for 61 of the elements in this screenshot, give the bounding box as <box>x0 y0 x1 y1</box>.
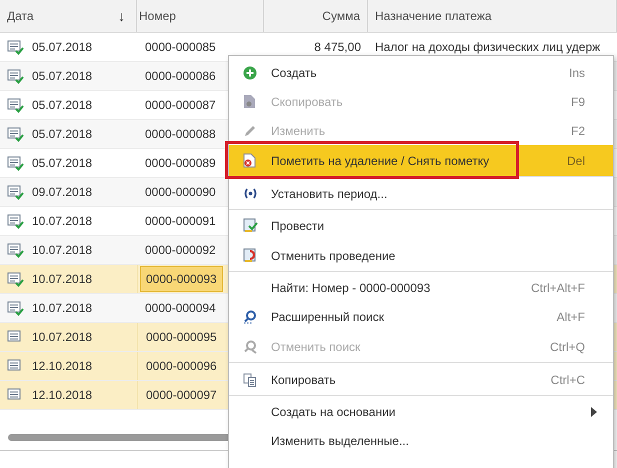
shortcut-label: Del <box>566 154 585 168</box>
column-header[interactable]: Назначение платежа <box>368 0 617 32</box>
purpose-cell: Налог на доходы физических лиц удерж <box>375 40 600 54</box>
number-cell-text: 0000-000090 <box>144 184 217 201</box>
shortcut-label: Ctrl+C <box>550 372 585 386</box>
cancel-search-icon <box>243 340 257 354</box>
date-cell: 09.07.2018 <box>32 185 92 199</box>
period-icon <box>243 188 258 199</box>
date-cell: 10.07.2018 <box>32 330 92 344</box>
shortcut-label: Ctrl+Alt+F <box>530 280 585 294</box>
date-cell: 05.07.2018 <box>32 40 92 54</box>
plus-icon <box>243 66 257 80</box>
sort-arrow: ↓ <box>118 8 125 24</box>
menu-item[interactable]: Установить период... <box>229 178 613 210</box>
menu-item[interactable]: Копировать Ctrl+C <box>229 364 613 396</box>
number-cell-text: 0000-000097 <box>145 387 218 404</box>
column-header[interactable]: Сумма <box>264 0 368 32</box>
date-cell: 05.07.2018 <box>32 127 92 141</box>
menu-item[interactable]: Отменить проведение <box>229 240 613 272</box>
number-cell-text: 0000-000087 <box>144 97 217 114</box>
number-cell-text: 0000-000096 <box>145 358 218 375</box>
date-cell: 05.07.2018 <box>32 156 92 170</box>
date-cell: 12.10.2018 <box>32 388 92 402</box>
menu-item[interactable]: Создать Ins <box>229 58 613 87</box>
date-cell: 10.07.2018 <box>32 214 92 228</box>
number-cell-text: 0000-000085 <box>144 39 217 56</box>
number-cell-text: 0000-000089 <box>144 155 217 172</box>
number-cell-text: 0000-000091 <box>144 213 217 230</box>
menu-item[interactable]: Расширенный поиск Alt+F <box>229 302 613 331</box>
date-cell: 05.07.2018 <box>32 69 92 83</box>
unpost-document-icon <box>243 248 258 263</box>
date-cell: 12.10.2018 <box>32 359 92 373</box>
number-cell-text: 0000-000094 <box>144 300 217 317</box>
menu-item[interactable]: Провести <box>229 211 613 240</box>
date-cell: 05.07.2018 <box>32 98 92 112</box>
submenu-arrow-icon <box>591 406 597 416</box>
delete-document-icon <box>243 153 256 168</box>
search-icon <box>243 310 257 324</box>
column-header[interactable]: Дата ↓ <box>0 0 137 32</box>
number-cell-text: 0000-000095 <box>145 329 218 346</box>
shortcut-label: Alt+F <box>556 310 585 324</box>
copy-icon <box>243 372 257 386</box>
column-header[interactable]: Номер <box>137 0 264 32</box>
menu-item[interactable]: Создать на основании <box>229 397 613 426</box>
date-cell: 10.07.2018 <box>32 243 92 257</box>
shortcut-label: Ctrl+Q <box>550 340 585 354</box>
menu-item[interactable]: Изменить выделенные... <box>229 426 613 455</box>
shortcut-label: F2 <box>570 124 585 138</box>
shortcut-label: F9 <box>570 94 585 108</box>
sum-cell: 8 475,00 <box>314 40 361 54</box>
document-icon <box>243 94 256 109</box>
date-cell: 10.07.2018 <box>32 272 92 286</box>
number-cell-text: 0000-000086 <box>144 68 217 85</box>
number-cell: 0000-000093 <box>140 266 223 292</box>
menu-item[interactable]: Найти: Номер - 0000-000093 Ctrl+Alt+F <box>229 273 613 302</box>
number-cell-text: 0000-000092 <box>144 242 217 259</box>
date-cell: 10.07.2018 <box>32 301 92 315</box>
pencil-icon <box>243 124 257 138</box>
post-document-icon <box>243 218 258 233</box>
shortcut-label: Ins <box>568 66 585 80</box>
number-cell-text: 0000-000088 <box>144 126 217 143</box>
